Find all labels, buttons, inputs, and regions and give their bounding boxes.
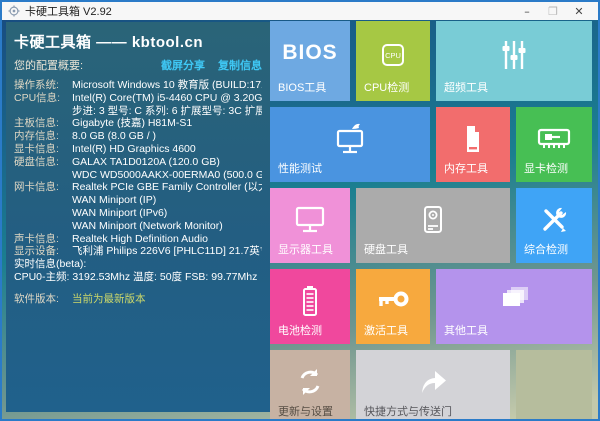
info-line-disk2: WDC WD5000AAKX-00ERMA0 (500.0 GB) xyxy=(72,168,262,181)
tile-label: 电池检测 xyxy=(278,325,322,337)
sliders-icon xyxy=(497,38,531,72)
tile-monitor-tools[interactable]: 显示器工具 xyxy=(270,188,350,263)
software-version-value: 当前为最新版本 xyxy=(72,292,146,305)
tile-label: 其他工具 xyxy=(444,325,488,337)
info-line-cpu: CPU信息: Intel(R) Core(TM) i5-4460 CPU @ 3.… xyxy=(14,91,262,104)
tile-label: CPU检测 xyxy=(364,82,410,94)
key-icon xyxy=(374,286,412,316)
screenshot-share-link[interactable]: 截屏分享 xyxy=(161,57,205,73)
battery-icon xyxy=(295,283,325,319)
tile-benchmark[interactable]: 性能测试 xyxy=(270,107,430,182)
app-window: { "window": { "title": "卡硬工具箱 V2.92", "c… xyxy=(0,0,600,421)
tile-disk-tools[interactable]: 硬盘工具 xyxy=(356,188,510,263)
info-line-nic3: WAN Miniport (IPv6) xyxy=(72,206,168,219)
gpu-card-icon xyxy=(534,123,574,155)
tile-gpu-check[interactable]: 显卡检测 xyxy=(516,107,592,182)
tile-label: 显卡检测 xyxy=(524,163,568,175)
tile-update-settings[interactable]: 更新与设置 xyxy=(270,350,350,419)
info-line-realtime: 实时信息(beta): xyxy=(14,258,87,271)
title-bar: 卡硬工具箱 V2.92 – ❐ ✕ xyxy=(2,2,598,20)
cpu-chip-icon: CPU xyxy=(377,39,409,71)
window-title: 卡硬工具箱 V2.92 xyxy=(25,6,112,18)
info-line-motherboard: 主板信息: Gigabyte (技嘉) H81M-S1 xyxy=(14,117,193,130)
tile-other-tools[interactable]: 其他工具 xyxy=(436,269,592,344)
tile-label: 显示器工具 xyxy=(278,244,333,256)
ram-icon xyxy=(458,123,488,155)
info-line-nic4: WAN Miniport (Network Monitor) xyxy=(72,219,223,232)
tile-cpu-check[interactable]: CPU CPU检测 xyxy=(356,21,430,101)
svg-text:CPU: CPU xyxy=(385,51,401,60)
info-line-disk1: 硬盘信息: GALAX TA1D0120A (120.0 GB) xyxy=(14,155,220,168)
info-line-nic2: WAN Miniport (IP) xyxy=(72,194,157,207)
tile-memory-tools[interactable]: 内存工具 xyxy=(436,107,510,182)
tile-empty[interactable] xyxy=(516,350,592,419)
hdd-icon xyxy=(417,203,449,237)
system-info-panel: 卡硬工具箱 —— kbtool.cn 您的配置概要: 截屏分享 复制信息 操作系… xyxy=(6,22,270,412)
copy-info-link[interactable]: 复制信息 xyxy=(218,57,262,73)
tile-battery-check[interactable]: 电池检测 xyxy=(270,269,350,344)
tile-activation-tools[interactable]: 激活工具 xyxy=(356,269,430,344)
info-line-os: 操作系统:Microsoft Windows 10 教育版 (BUILD:171… xyxy=(14,79,262,91)
tile-label: BIOS工具 xyxy=(278,82,327,94)
software-version-line: 软件版本: 当前为最新版本 xyxy=(14,292,146,305)
tile-label: 硬盘工具 xyxy=(364,244,408,256)
tile-overclock-tools[interactable]: 超频工具 xyxy=(436,21,592,101)
app-icon xyxy=(8,5,20,17)
config-summary-label: 您的配置概要: xyxy=(14,60,84,72)
forward-arrow-icon xyxy=(417,367,449,397)
info-line-nic1: 网卡信息: Realtek PCIe GBE Family Controller … xyxy=(14,181,262,194)
tile-comprehensive-check[interactable]: 综合检测 xyxy=(516,188,592,263)
close-button[interactable]: ✕ xyxy=(566,2,592,20)
tiles-grid: BIOS BIOS工具 CPU CPU检测 超频工具 性能测试 内存工具 显卡检… xyxy=(270,21,592,419)
minimize-button[interactable]: – xyxy=(514,2,540,20)
tile-bios-tools[interactable]: BIOS BIOS工具 xyxy=(270,21,350,101)
tile-label: 更新与设置 xyxy=(278,406,333,418)
tile-label: 激活工具 xyxy=(364,325,408,337)
info-line-gpu: 显卡信息: Intel(R) HD Graphics 4600 xyxy=(14,142,196,155)
tile-label: 综合检测 xyxy=(524,244,568,256)
bios-text-icon: BIOS xyxy=(282,41,338,64)
info-line-cpu-freq: CPU0-主频: 3192.53Mhz 温度: 50度 FSB: 99.77Mh… xyxy=(14,270,258,283)
layers-icon xyxy=(494,284,534,318)
info-line-display: 显示设备: 飞利浦 Philips 226V6 [PHLC11D] 21.7英寸 xyxy=(14,245,262,258)
monitor-icon xyxy=(291,203,329,237)
benchmark-monitor-icon xyxy=(330,121,370,157)
tile-label: 超频工具 xyxy=(444,82,488,94)
wrench-pencil-icon xyxy=(537,203,571,237)
maximize-button[interactable]: ❐ xyxy=(540,2,566,20)
info-line-audio: 声卡信息: Realtek High Definition Audio xyxy=(14,232,208,245)
tile-label: 性能测试 xyxy=(278,163,322,175)
info-list: 操作系统:Microsoft Windows 10 教育版 (BUILD:171… xyxy=(14,79,262,284)
info-line-memory: 内存信息: 8.0 GB (8.0 GB / ) xyxy=(14,130,157,143)
tile-shortcuts-portal[interactable]: 快捷方式与传送门 xyxy=(356,350,510,419)
refresh-icon xyxy=(293,365,327,399)
panel-title: 卡硬工具箱 —— kbtool.cn xyxy=(14,34,204,51)
tile-label: 内存工具 xyxy=(444,163,488,175)
info-line-cpu-detail: 步进: 3 型号: C 系列: 6 扩展型号: 3C 扩展系列: 6 xyxy=(72,104,262,117)
tile-label: 快捷方式与传送门 xyxy=(364,406,452,418)
